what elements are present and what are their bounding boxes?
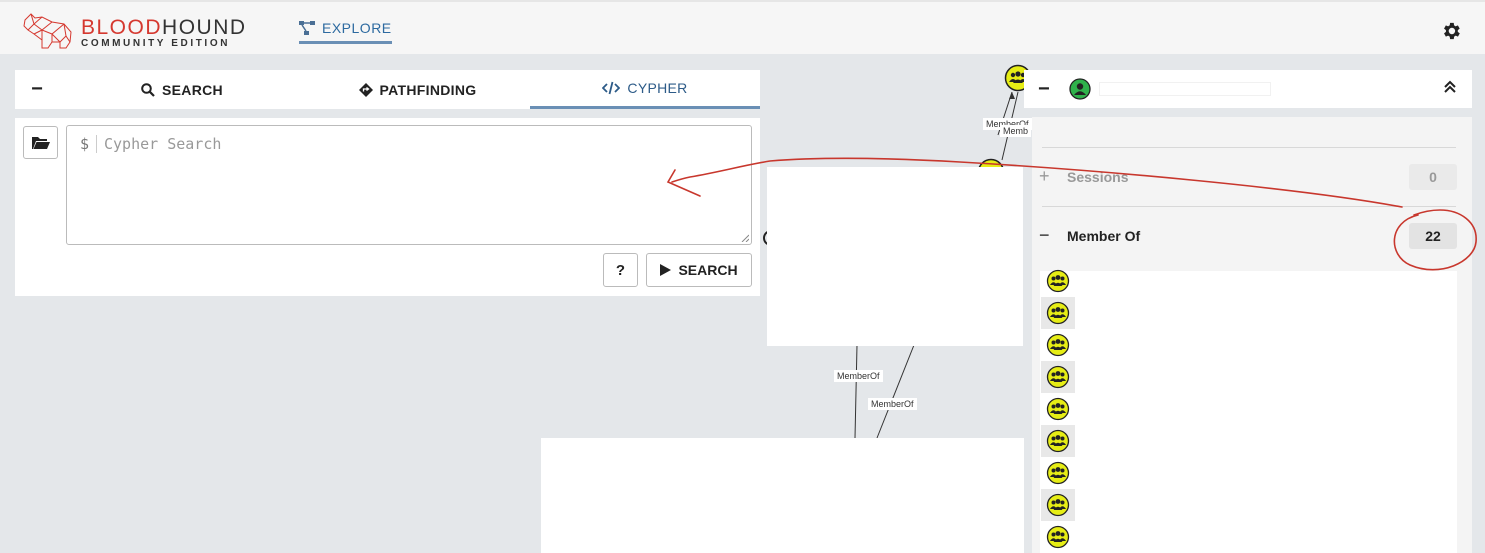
cypher-prompt: $: [80, 135, 90, 153]
expand-sessions-icon: +: [1039, 166, 1050, 186]
magnifier-icon: [141, 82, 155, 97]
collapse-search-button[interactable]: −: [15, 78, 59, 101]
play-icon: [660, 264, 672, 276]
clipped-property-row: [1042, 117, 1456, 129]
diamond-arrow-icon: [358, 82, 373, 97]
member-of-group-row[interactable]: [1041, 361, 1075, 393]
graph-node-partial[interactable]: [763, 230, 771, 246]
prompt-divider: [96, 135, 97, 153]
collapse-member-of-icon: −: [1039, 225, 1050, 245]
member-of-group-row[interactable]: [1041, 489, 1075, 521]
entity-panel-body: + Sessions 0 − Member Of 22: [1032, 117, 1472, 553]
divider: [1042, 147, 1456, 148]
tab-search[interactable]: SEARCH: [59, 70, 305, 109]
member-of-group-row[interactable]: [1041, 329, 1075, 361]
bloodhound-logo[interactable]: BLOODHOUND COMMUNITY EDITION: [22, 12, 245, 50]
run-search-button[interactable]: SEARCH: [646, 253, 752, 287]
search-tabs: − SEARCH PATHFINDING CYPHER: [15, 70, 760, 109]
redacted-region: [541, 438, 1024, 553]
tab-pathfinding[interactable]: PATHFINDING: [305, 70, 530, 109]
run-search-label: SEARCH: [678, 262, 738, 278]
tab-search-label: SEARCH: [162, 81, 223, 98]
member-of-group-row[interactable]: [1041, 297, 1075, 329]
group-icon: [1046, 301, 1070, 325]
member-of-count: 22: [1409, 223, 1457, 249]
member-of-group-row[interactable]: [1041, 393, 1075, 425]
sessions-section[interactable]: + Sessions 0: [1032, 162, 1472, 192]
group-icon: [1046, 365, 1070, 389]
user-icon: [1069, 78, 1091, 100]
cypher-panel: $ Cypher Search ? SEARCH: [15, 118, 760, 296]
chevrons-up-icon[interactable]: [1442, 79, 1458, 95]
bloodhound-dog-icon: [23, 13, 72, 49]
group-node[interactable]: [977, 158, 1005, 178]
entity-name-redacted: [1099, 82, 1271, 96]
edge-label: Memb: [1000, 125, 1032, 137]
member-of-list: [1040, 271, 1457, 553]
logo-title: BLOODHOUND: [81, 16, 247, 39]
group-icon: [1046, 397, 1070, 421]
resize-handle-icon[interactable]: [741, 234, 749, 242]
logo-subtitle: COMMUNITY EDITION: [81, 38, 231, 49]
group-icon: [1046, 493, 1070, 517]
nav-explore[interactable]: EXPLORE: [299, 18, 392, 44]
tab-cypher-label: CYPHER: [627, 80, 688, 96]
group-icon: [1046, 461, 1070, 485]
edge-label: MemberOf: [868, 398, 917, 410]
nav-explore-label: EXPLORE: [322, 19, 392, 36]
member-of-group-row[interactable]: [1041, 265, 1075, 297]
member-of-title: Member Of: [1067, 228, 1141, 244]
saved-queries-button[interactable]: [23, 126, 58, 159]
code-icon: [602, 81, 621, 95]
top-bar: BLOODHOUND COMMUNITY EDITION EXPLORE: [0, 0, 1485, 54]
tab-cypher[interactable]: CYPHER: [530, 70, 760, 109]
cypher-placeholder: Cypher Search: [104, 135, 222, 153]
gear-icon[interactable]: [1440, 20, 1462, 42]
divider: [1042, 206, 1456, 207]
entity-panel-header: −: [1024, 70, 1472, 108]
sessions-count: 0: [1409, 164, 1457, 190]
edge-label: MemberOf: [834, 370, 883, 382]
member-of-group-row[interactable]: [1041, 425, 1075, 457]
sessions-title: Sessions: [1067, 169, 1129, 185]
group-icon: [1046, 429, 1070, 453]
collapse-entity-button[interactable]: −: [1038, 78, 1050, 101]
redacted-region: [767, 167, 1023, 346]
edge-label: MemberOf: [983, 118, 1032, 130]
group-icon: [1046, 269, 1070, 293]
group-icon: [1046, 525, 1070, 549]
member-of-section[interactable]: − Member Of 22: [1032, 221, 1472, 251]
tab-pathfinding-label: PATHFINDING: [379, 81, 477, 98]
member-of-group-row[interactable]: [1041, 521, 1075, 553]
member-of-group-row[interactable]: [1041, 457, 1075, 489]
help-button[interactable]: ?: [603, 253, 638, 287]
folder-open-icon: [31, 136, 50, 149]
group-icon: [1046, 333, 1070, 357]
cypher-query-input[interactable]: $ Cypher Search: [66, 125, 752, 245]
graph-nodes-icon: [299, 20, 315, 35]
